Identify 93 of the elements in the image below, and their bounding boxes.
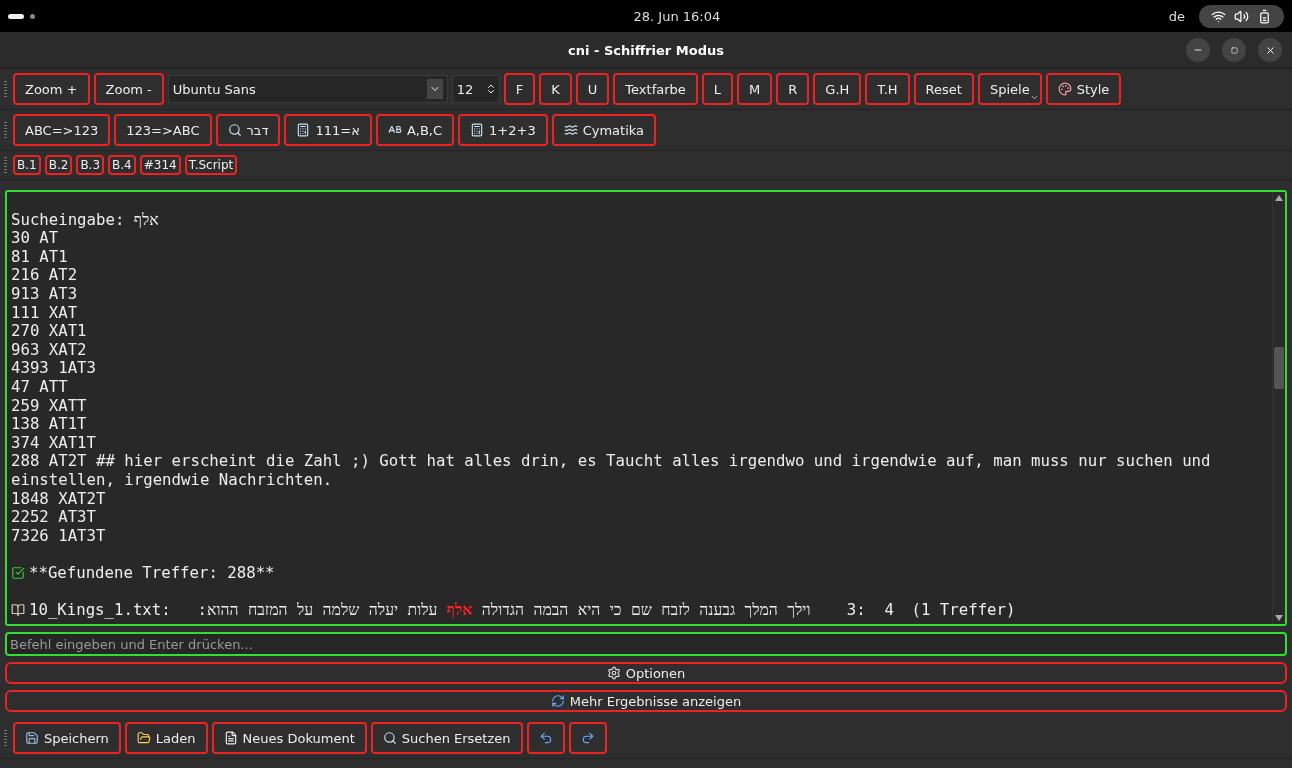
output-line: 288 AT2T ## hier erscheint die Zahl ;) Gott hat alles drin, es Taucht alles irgendwo und irgendwie auf, man muss nur suchen und einstellen, irgendwie Nachrichten. <box>11 452 1212 490</box>
palette-icon <box>1057 82 1072 96</box>
file-button[interactable]: Speichern <box>13 722 121 754</box>
icon-button[interactable] <box>568 722 607 754</box>
output-line: 111 XAT <box>11 303 78 323</box>
status-menu[interactable] <box>1199 4 1284 28</box>
wifi-icon <box>1211 8 1226 24</box>
format-button[interactable]: L <box>701 73 734 105</box>
verse-reference: 3: 4 <box>846 601 895 620</box>
output-line: 259 XATT <box>11 396 87 416</box>
maximize-button[interactable] <box>1222 38 1246 62</box>
options-button[interactable]: Optionen <box>5 662 1287 684</box>
book-button[interactable]: B.2 <box>44 155 73 175</box>
format-button[interactable]: Textfarbe <box>613 73 698 105</box>
minimize-button[interactable] <box>1186 38 1210 62</box>
document-icon <box>223 731 238 745</box>
font-dropdown[interactable]: Ubuntu Sans <box>167 75 448 103</box>
volume-icon <box>1234 8 1249 24</box>
format-button[interactable]: K <box>539 73 572 105</box>
font-size-spinbox[interactable]: 12 <box>451 75 500 103</box>
output-line: Sucheingabe: אלף <box>11 210 159 230</box>
convert-button[interactable]: דבר <box>215 114 281 146</box>
search-icon <box>227 123 242 137</box>
output-line: 913 AT3 <box>11 284 78 304</box>
format-button[interactable]: U <box>575 73 610 105</box>
caret-icon <box>1029 93 1039 102</box>
battery-icon <box>1257 8 1272 24</box>
output-line: 1848 XAT2T <box>11 489 106 509</box>
folder-icon <box>136 731 151 745</box>
book-button[interactable]: B.4 <box>108 155 136 175</box>
workspace-indicator[interactable] <box>8 13 24 19</box>
book-button[interactable]: T.Script <box>184 155 238 175</box>
command-input[interactable]: Befehl eingeben und Enter drücken... <box>5 632 1287 656</box>
maximize-icon <box>1230 46 1238 54</box>
format-button[interactable]: Reset <box>913 73 974 105</box>
book-button[interactable]: B.1 <box>13 155 41 175</box>
format-button[interactable]: Style <box>1045 73 1122 105</box>
convert-button[interactable]: A,B,C <box>375 114 455 146</box>
convert-button[interactable]: 111=א <box>284 114 372 146</box>
wave-icon <box>563 123 578 137</box>
numbers-icon <box>470 123 485 137</box>
output-line: 30 AT <box>11 229 59 248</box>
output-line: 47 ATT <box>11 377 68 397</box>
check-icon <box>11 566 25 581</box>
file-name: 10_Kings_1.txt: <box>29 601 171 620</box>
keyboard-layout[interactable]: de <box>1168 8 1185 24</box>
output-line: 81 AT1 <box>11 247 68 267</box>
book-button[interactable]: #314 <box>139 155 181 175</box>
format-button[interactable]: R <box>776 73 810 105</box>
format-button[interactable]: M <box>737 73 773 105</box>
convert-button[interactable]: 1+2+3 <box>458 114 548 146</box>
result-count: **Gefundene Treffer: 288** <box>29 563 275 583</box>
format-button[interactable]: F <box>503 73 536 105</box>
file-button[interactable]: Suchen Ersetzen <box>370 722 523 754</box>
window-title: cni - Schiffrier Modus <box>568 42 724 58</box>
close-icon <box>1264 44 1276 56</box>
output-line: 138 AT1T <box>11 415 87 434</box>
scrollbar[interactable] <box>1272 192 1285 624</box>
undo-icon <box>538 731 553 745</box>
convert-button[interactable]: Cymatika <box>551 114 657 146</box>
output-line: 4393 1AT3 <box>11 359 96 378</box>
redo-icon <box>580 731 595 745</box>
format-button[interactable]: T.H <box>865 73 910 105</box>
file-button[interactable]: Neues Dokument <box>211 722 367 754</box>
search-icon <box>382 731 397 745</box>
output-line: 7326 1AT3T <box>11 526 106 546</box>
zoom-button[interactable]: Zoom + <box>13 73 90 105</box>
gear-icon <box>606 666 621 680</box>
refresh-icon <box>550 694 565 708</box>
output-line: 270 XAT1 <box>11 322 87 341</box>
output-line: 2252 AT3T <box>11 508 96 527</box>
book-button[interactable]: B.3 <box>76 155 105 175</box>
file-button[interactable]: Laden <box>124 722 208 754</box>
scroll-down-icon[interactable] <box>1275 615 1283 621</box>
icon-button[interactable] <box>526 722 565 754</box>
verse-text: וילך המלך גבענה לזבח שם כי היא הבמה הגדולה אלף עלות יעלה שלמה על המזבח ההוא: <box>197 601 811 620</box>
convert-button[interactable]: 123=>ABC <box>114 114 212 146</box>
output-line: 963 XAT2 <box>11 340 87 360</box>
hit-count: (1 Treffer) <box>911 601 1016 620</box>
menu-button[interactable]: Spiele <box>977 73 1042 105</box>
format-button[interactable]: G.H <box>813 73 862 105</box>
output-line: 374 XAT1T <box>11 433 96 453</box>
scrollbar-thumb[interactable] <box>1274 347 1284 389</box>
scroll-up-icon[interactable] <box>1275 195 1283 201</box>
book-icon <box>11 603 25 618</box>
output-line: 216 AT2 <box>11 266 78 285</box>
close-button[interactable] <box>1258 38 1282 62</box>
workspace-indicator[interactable] <box>30 13 35 19</box>
clock: 28. Jun 16:04 <box>633 8 721 24</box>
zoom-button[interactable]: Zoom - <box>93 73 164 105</box>
convert-button[interactable]: ABC=>123 <box>13 114 111 146</box>
more-results-button[interactable]: Mehr Ergebnisse anzeigen <box>5 690 1287 712</box>
numbers-icon <box>296 123 311 137</box>
